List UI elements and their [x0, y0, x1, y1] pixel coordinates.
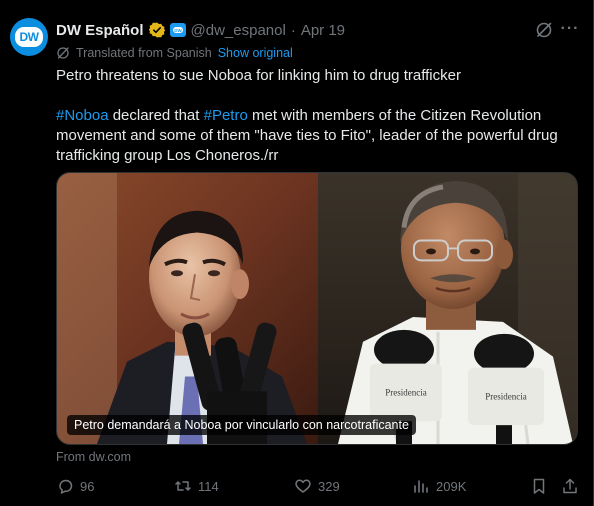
- post-headline: Petro threatens to sue Noboa for linking…: [56, 67, 461, 84]
- link-card-image[interactable]: Presidencia Presidencia Petro demandará …: [56, 172, 578, 445]
- bookmark-button[interactable]: [530, 476, 548, 496]
- views-button[interactable]: 209K: [412, 476, 466, 496]
- action-bar: 96 114 329 209K: [56, 476, 580, 496]
- heart-icon: [295, 479, 311, 493]
- translate-icon: [57, 47, 69, 59]
- show-original-link[interactable]: Show original: [218, 46, 293, 60]
- body-text-1: declared that: [108, 107, 204, 124]
- translated-label: Translated from Spanish: [76, 46, 212, 60]
- card-caption: Petro demandará a Noboa por vincularlo c…: [67, 415, 416, 435]
- tweet-header: DW Español DW @dw_espanol · Apr 19: [56, 20, 345, 40]
- repost-count: 114: [198, 478, 219, 494]
- reply-icon: [59, 479, 73, 494]
- separator-dot: ·: [290, 21, 296, 39]
- photo-left: [57, 173, 318, 444]
- like-button[interactable]: 329: [294, 476, 340, 496]
- card-source[interactable]: From dw.com: [56, 450, 131, 464]
- repost-button[interactable]: 114: [174, 476, 219, 496]
- post-body: #Noboa declared that #Petro met with mem…: [56, 106, 580, 166]
- avatar[interactable]: DW: [10, 18, 48, 56]
- share-icon: [563, 478, 577, 494]
- views-count: 209K: [436, 478, 467, 494]
- grok-icon[interactable]: [534, 20, 554, 40]
- dw-logo: DW: [15, 27, 43, 47]
- hashtag-petro[interactable]: #Petro: [204, 107, 248, 124]
- verified-badge-icon[interactable]: [148, 22, 165, 38]
- share-button[interactable]: [561, 476, 579, 496]
- hashtag-noboa[interactable]: #Noboa: [56, 107, 109, 124]
- handle[interactable]: @dw_espanol: [191, 22, 286, 39]
- bookmark-icon: [533, 478, 545, 494]
- affiliate-badge-icon[interactable]: DW: [169, 23, 186, 37]
- reply-count: 96: [80, 478, 95, 494]
- mic-label-left: Presidencia: [385, 387, 426, 397]
- like-count: 329: [318, 478, 340, 494]
- reply-button[interactable]: 96: [56, 476, 94, 496]
- display-name[interactable]: DW Español: [56, 22, 144, 39]
- views-icon: [414, 480, 428, 493]
- repost-icon: [175, 481, 191, 491]
- translation-notice: Translated from Spanish Show original: [56, 45, 293, 61]
- svg-text:DW: DW: [174, 28, 182, 33]
- more-options-icon[interactable]: ···: [560, 20, 580, 40]
- mic-label-right: Presidencia: [485, 391, 526, 401]
- photo-right: Presidencia Presidencia: [318, 173, 577, 444]
- post-text: Petro threatens to sue Noboa for linking…: [56, 66, 580, 166]
- post-date[interactable]: Apr 19: [301, 22, 345, 39]
- tweet[interactable]: DW DW Español DW @dw_espanol · Apr 19 ··…: [0, 0, 594, 506]
